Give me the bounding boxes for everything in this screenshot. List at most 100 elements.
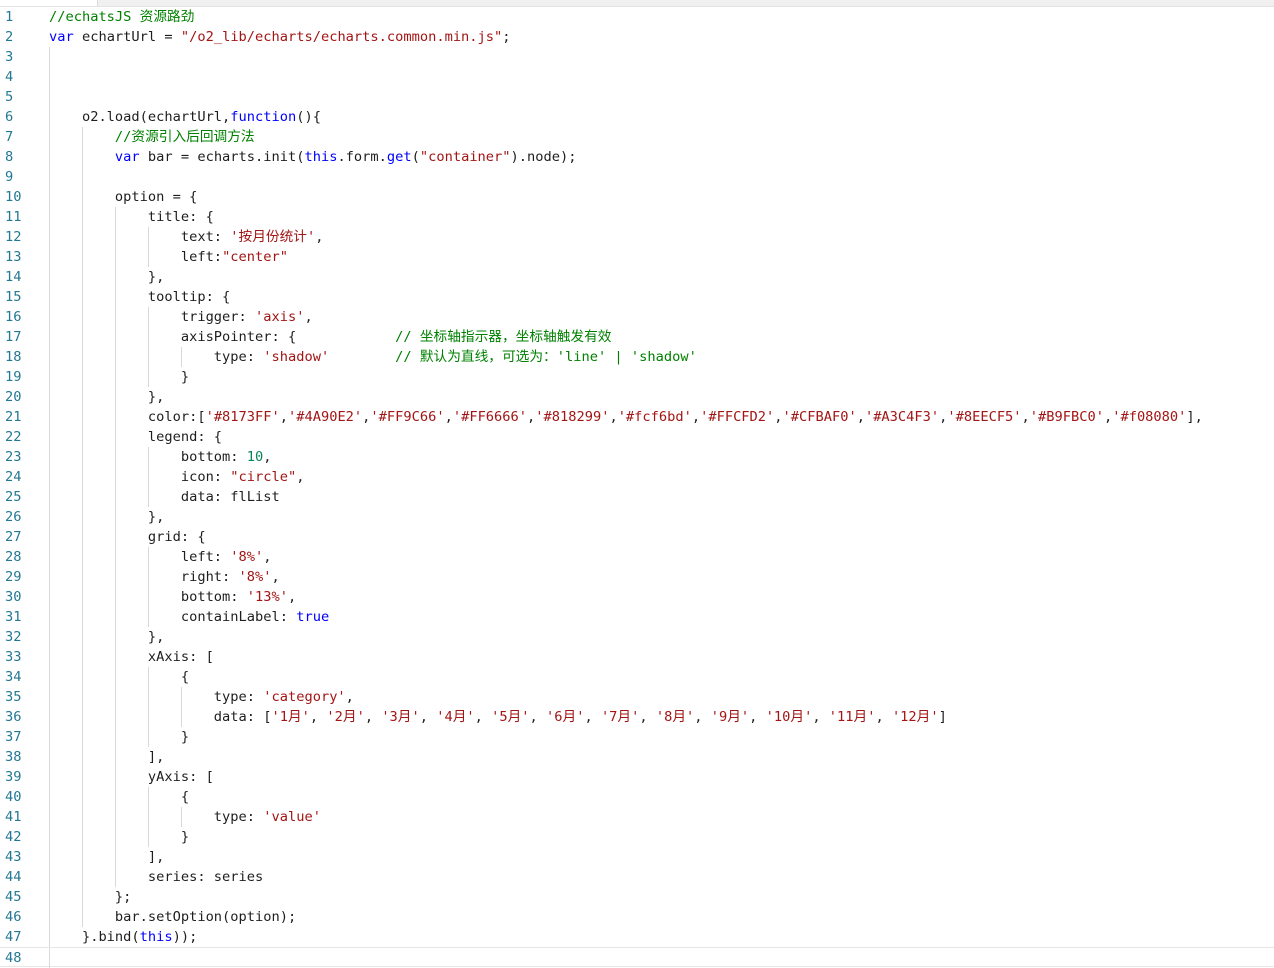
code-line[interactable]: 47 }.bind(this)); <box>0 927 1274 947</box>
line-number: 2 <box>5 29 14 45</box>
code-line[interactable]: 11 title: { <box>0 207 1274 227</box>
code-token: ] <box>938 709 947 725</box>
string-token: '2月' <box>326 709 365 725</box>
code-line[interactable]: 48 <box>0 947 1274 968</box>
code-line[interactable]: 32 }, <box>0 627 1274 647</box>
code-editor[interactable]: 1 //echatsJS 资源路劲 2 var echartUrl = "/o2_li… <box>0 7 1274 968</box>
code-line[interactable]: 8 var bar = echarts.init(this.form.get("… <box>0 147 1274 167</box>
code-line[interactable]: 41 type: 'value' <box>0 807 1274 827</box>
string-token: '#4A90E2' <box>288 409 363 425</box>
code-token: left: <box>49 549 231 565</box>
code-line[interactable]: 6 o2.load(echartUrl,function(){ <box>0 107 1274 127</box>
code-token: echartUrl = <box>73 29 181 45</box>
keyword-token: var <box>49 29 74 45</box>
code-line[interactable]: 12 text: '按月份统计', <box>0 227 1274 247</box>
code-line[interactable]: 38 ], <box>0 747 1274 767</box>
code-line[interactable]: 21 color:['#8173FF','#4A90E2','#FF9C66',… <box>0 407 1274 427</box>
code-line[interactable]: 43 ], <box>0 847 1274 867</box>
code-line[interactable]: 9 <box>0 167 1274 187</box>
line-number: 34 <box>5 669 22 685</box>
code-line[interactable]: 4 <box>0 67 1274 87</box>
line-code: o2.load(echartUrl,function(){ <box>49 107 321 127</box>
code-line[interactable]: 18 type: 'shadow' // 默认为直线，可选为：'line' | … <box>0 347 1274 367</box>
line-code: } <box>49 827 189 847</box>
code-line[interactable]: 1 //echatsJS 资源路劲 <box>0 7 1274 27</box>
keyword-token: this <box>304 149 338 165</box>
line-number: 37 <box>5 729 22 745</box>
code-line[interactable]: 13 left:"center" <box>0 247 1274 267</box>
code-token: data: flList <box>49 489 280 505</box>
code-line[interactable]: 33 xAxis: [ <box>0 647 1274 667</box>
line-code: data: ['1月', '2月', '3月', '4月', '5月', '6月… <box>49 707 947 727</box>
code-line[interactable]: 3 <box>0 47 1274 67</box>
line-number: 14 <box>5 269 22 285</box>
line-number: 36 <box>5 709 22 725</box>
code-line[interactable]: 5 <box>0 87 1274 107</box>
code-line[interactable]: 10 option = { <box>0 187 1274 207</box>
string-token: '#8EECF5' <box>947 409 1022 425</box>
line-number: 46 <box>5 909 22 925</box>
code-line[interactable]: 36 data: ['1月', '2月', '3月', '4月', '5月', … <box>0 707 1274 727</box>
string-token: '#FFCFD2' <box>700 409 775 425</box>
line-code: xAxis: [ <box>49 647 214 667</box>
code-line[interactable]: 14 }, <box>0 267 1274 287</box>
line-number: 16 <box>5 309 22 325</box>
code-line[interactable]: 24 icon: "circle", <box>0 467 1274 487</box>
code-line[interactable]: 44 series: series <box>0 867 1274 887</box>
code-line[interactable]: 39 yAxis: [ <box>0 767 1274 787</box>
code-token: }; <box>49 889 132 905</box>
code-line[interactable]: 15 tooltip: { <box>0 287 1274 307</box>
code-line[interactable]: 42 } <box>0 827 1274 847</box>
code-line[interactable]: 45 }; <box>0 887 1274 907</box>
line-number: 45 <box>5 889 22 905</box>
code-token: }.bind( <box>49 929 140 945</box>
indent-guide <box>49 167 50 187</box>
code-token: , <box>875 709 892 725</box>
code-line[interactable]: 2 var echartUrl = "/o2_lib/echarts/echart… <box>0 27 1274 47</box>
code-token: , <box>263 549 272 565</box>
code-token: yAxis: [ <box>49 769 214 785</box>
line-code: }, <box>49 387 165 407</box>
code-line[interactable]: 28 left: '8%', <box>0 547 1274 567</box>
code-line[interactable]: 46 bar.setOption(option); <box>0 907 1274 927</box>
code-line[interactable]: 20 }, <box>0 387 1274 407</box>
code-line[interactable]: 17 axisPointer: { // 坐标轴指示器，坐标轴触发有效 <box>0 327 1274 347</box>
code-token: , <box>639 709 656 725</box>
code-line[interactable]: 30 bottom: '13%', <box>0 587 1274 607</box>
line-code: //资源引入后回调方法 <box>49 127 255 147</box>
code-line[interactable]: 31 containLabel: true <box>0 607 1274 627</box>
code-line[interactable]: 27 grid: { <box>0 527 1274 547</box>
code-line[interactable]: 35 type: 'category', <box>0 687 1274 707</box>
code-token: text: <box>49 229 231 245</box>
line-number: 8 <box>5 149 14 165</box>
line-number: 32 <box>5 629 22 645</box>
line-code: type: 'value' <box>49 807 321 827</box>
line-number: 33 <box>5 649 22 665</box>
code-line[interactable]: 25 data: flList <box>0 487 1274 507</box>
code-line[interactable]: 19 } <box>0 367 1274 387</box>
code-token: (){ <box>296 109 321 125</box>
line-code: left:"center" <box>49 247 288 267</box>
line-code: icon: "circle", <box>49 467 305 487</box>
line-code: bar.setOption(option); <box>49 907 296 927</box>
code-line[interactable]: 29 right: '8%', <box>0 567 1274 587</box>
line-code: ], <box>49 747 165 767</box>
code-line[interactable]: 26 }, <box>0 507 1274 527</box>
keyword-token: function <box>230 109 297 125</box>
code-token: , <box>279 409 288 425</box>
code-line[interactable]: 22 legend: { <box>0 427 1274 447</box>
string-token: '8月' <box>655 709 695 725</box>
string-token: "container" <box>419 149 511 165</box>
code-line[interactable]: 37 } <box>0 727 1274 747</box>
code-line[interactable]: 7 //资源引入后回调方法 <box>0 127 1274 147</box>
code-token: , <box>315 229 324 245</box>
line-code: trigger: 'axis', <box>49 307 313 327</box>
line-code: var bar = echarts.init(this.form.get("co… <box>49 147 577 167</box>
editor-tab[interactable] <box>0 0 98 6</box>
code-token: , <box>1021 409 1030 425</box>
line-code: tooltip: { <box>49 287 230 307</box>
code-line[interactable]: 16 trigger: 'axis', <box>0 307 1274 327</box>
code-line[interactable]: 23 bottom: 10, <box>0 447 1274 467</box>
code-line[interactable]: 34 { <box>0 667 1274 687</box>
code-line[interactable]: 40 { <box>0 787 1274 807</box>
